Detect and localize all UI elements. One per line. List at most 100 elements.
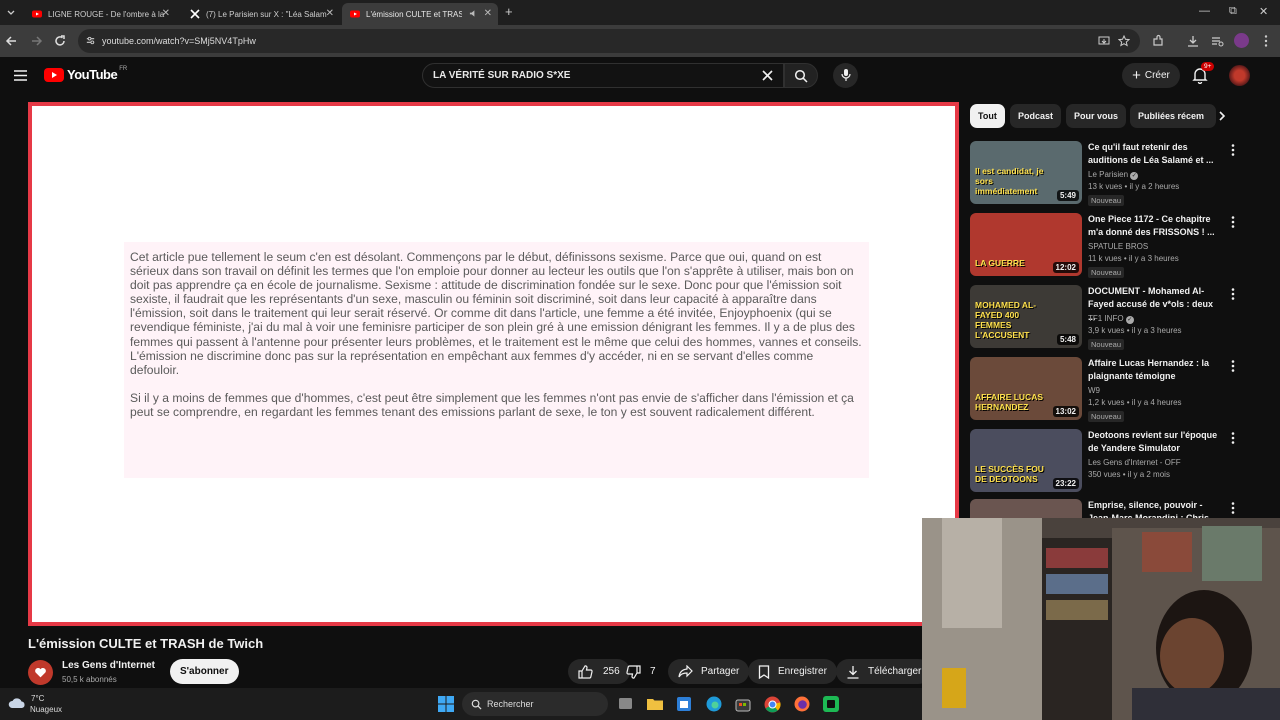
download-label: Télécharger [868,666,922,677]
tab-ligne-rouge[interactable]: LIGNE ROUGE - De l'ombre à la ✕ [24,3,176,25]
site-info-icon[interactable] [85,35,96,46]
tab-emission-culte[interactable]: L'émission CULTE et TRASH ✕ [342,3,498,25]
dislike-button[interactable]: 7 [622,659,660,684]
create-button[interactable]: + Créer [1122,63,1180,88]
clear-search-icon[interactable] [762,70,773,81]
close-window-icon[interactable]: ✕ [1259,5,1268,18]
recommendation-channel[interactable]: Le Parisien ✓ [1088,170,1139,180]
channel-avatar[interactable] [28,660,53,685]
new-tab-button[interactable]: + [505,4,513,19]
chip-publiees-recemment[interactable]: Publiées récem [1130,104,1216,128]
taskbar-search[interactable]: Rechercher [462,692,608,716]
close-tab-icon[interactable]: ✕ [162,8,170,19]
recommendation-title[interactable]: Deotoons revient sur l'époque de Yandere… [1088,429,1223,455]
tab-search-chevron-icon[interactable] [6,7,16,17]
back-arrow-icon[interactable] [4,33,20,49]
account-avatar[interactable] [1229,65,1250,86]
recommendation-title[interactable]: Ce qu'il faut retenir des auditions de L… [1088,141,1223,167]
recommendation-title[interactable]: One Piece 1172 - Ce chapitre m'a donné d… [1088,213,1223,239]
close-tab-icon[interactable]: ✕ [326,8,334,19]
weather-cloud-icon[interactable] [8,696,26,710]
bookmark-star-icon[interactable] [1118,35,1130,47]
save-button[interactable]: Enregistrer [748,659,837,684]
close-tab-icon[interactable]: ✕ [484,8,492,19]
install-app-icon[interactable] [1098,35,1110,47]
youtube-logo[interactable]: YouTube FR [44,66,127,82]
youtube-favicon-icon [32,10,42,18]
profile-avatar[interactable] [1234,33,1249,48]
url-text: youtube.com/watch?v=SMj5NV4TpHw [102,36,256,46]
extensions-icon[interactable] [1150,33,1166,49]
video-thumbnail[interactable]: AFFAIRE LUCAS HERNANDEZ 13:02 [970,357,1082,420]
task-view-icon[interactable] [618,697,633,710]
more-options-icon[interactable] [1228,287,1238,301]
voice-search-button[interactable] [833,63,858,88]
tab-le-parisien-x[interactable]: (7) Le Parisien sur X : "Léa Salam ✕ [182,3,340,25]
video-thumbnail[interactable]: LE SUCCÈS FOU DE DEOTOONS 23:22 [970,429,1082,492]
more-options-icon[interactable] [1228,501,1238,515]
browser-tab-strip: LIGNE ROUGE - De l'ombre à la ✕ (7) Le P… [0,0,1280,25]
channel-name: TF1 INFO [1088,314,1124,323]
video-thumbnail[interactable]: MOHAMED AL-FAYED 400 FEMMES L'ACCUSENT 5:… [970,285,1082,348]
downloads-icon[interactable] [1185,33,1201,49]
browser-menu-icon[interactable] [1258,33,1274,49]
recommendation-channel[interactable]: TF1 INFO ✓ [1088,314,1134,324]
recommendation-item[interactable]: Il est candidat, je sors immédiatement 5:… [970,141,1250,207]
file-explorer-icon[interactable] [647,697,663,710]
notifications-button[interactable]: 9+ [1192,62,1215,84]
recommendation-item[interactable]: Emprise, silence, pouvoir - Jean-Marc Mo… [970,499,1250,519]
recommendation-item[interactable]: LA GUERRE 12:02 One Piece 1172 - Ce chapit… [970,213,1250,279]
search-icon [794,69,808,83]
search-input[interactable]: LA VÉRITÉ SUR RADIO S*XE [422,63,784,88]
verified-check-icon: ✓ [1125,316,1134,324]
recommendation-channel[interactable]: W9 [1088,386,1100,395]
search-button[interactable] [784,63,818,88]
video-thumbnail[interactable] [970,499,1082,519]
share-label: Partager [701,666,740,677]
minimize-icon[interactable]: — [1199,5,1210,17]
restore-icon[interactable]: ⧉ [1229,5,1237,18]
share-button[interactable]: Partager [668,659,750,684]
more-options-icon[interactable] [1228,143,1238,157]
app-icon[interactable] [823,696,839,712]
media-controls-icon[interactable] [1209,33,1225,49]
subscribe-button[interactable]: S'abonner [170,659,239,684]
video-frame-content: Cet article pue tellement le seum c'en e… [32,106,955,622]
recommendation-item[interactable]: MOHAMED AL-FAYED 400 FEMMES L'ACCUSENT 5:… [970,285,1250,351]
like-button[interactable]: 256 [568,659,630,684]
hamburger-menu-icon[interactable] [13,68,28,83]
recommendation-channel[interactable]: Les Gens d'Internet - OFF [1088,458,1181,467]
video-thumbnail[interactable]: LA GUERRE 12:02 [970,213,1082,276]
forward-arrow-icon[interactable] [28,33,44,49]
chevron-right-icon[interactable] [1216,110,1228,122]
recommendation-item[interactable]: AFFAIRE LUCAS HERNANDEZ 13:02 Affaire Luca… [970,357,1250,423]
store-icon[interactable] [735,696,751,712]
chip-podcast[interactable]: Podcast [1010,104,1062,128]
search-query: LA VÉRITÉ SUR RADIO S*XE [433,70,571,81]
windows-start-icon[interactable] [438,696,454,712]
more-options-icon[interactable] [1228,359,1238,373]
speaker-icon[interactable] [469,9,478,18]
reload-icon[interactable] [52,33,68,49]
channel-name: SPATULE BROS [1088,242,1149,251]
download-button[interactable]: Télécharger [836,659,932,684]
firefox-icon[interactable] [794,696,810,712]
recommendation-title[interactable]: Affaire Lucas Hernandez : la plaignante … [1088,357,1223,383]
more-options-icon[interactable] [1228,215,1238,229]
recommendation-channel[interactable]: SPATULE BROS [1088,242,1148,251]
weather-condition: Nuageux [30,705,63,714]
recommendation-title[interactable]: Emprise, silence, pouvoir - Jean-Marc Mo… [1088,499,1223,519]
thumbs-up-icon [578,664,593,679]
channel-name[interactable]: Les Gens d'Internet [62,660,155,671]
video-thumbnail[interactable]: Il est candidat, je sors immédiatement 5:… [970,141,1082,204]
more-options-icon[interactable] [1228,431,1238,445]
tab-title: L'émission CULTE et TRASH [366,9,462,19]
chip-tout[interactable]: Tout [970,104,1005,128]
chip-pour-vous[interactable]: Pour vous [1066,104,1127,128]
calendar-app-icon[interactable] [677,697,691,711]
new-badge: Nouveau [1088,339,1125,350]
address-bar[interactable]: youtube.com/watch?v=SMj5NV4TpHw [78,29,1140,53]
chrome-icon[interactable] [764,696,781,713]
edge-browser-icon[interactable] [706,696,722,712]
recommendation-item[interactable]: LE SUCCÈS FOU DE DEOTOONS 23:22 Deotoons r… [970,429,1250,495]
